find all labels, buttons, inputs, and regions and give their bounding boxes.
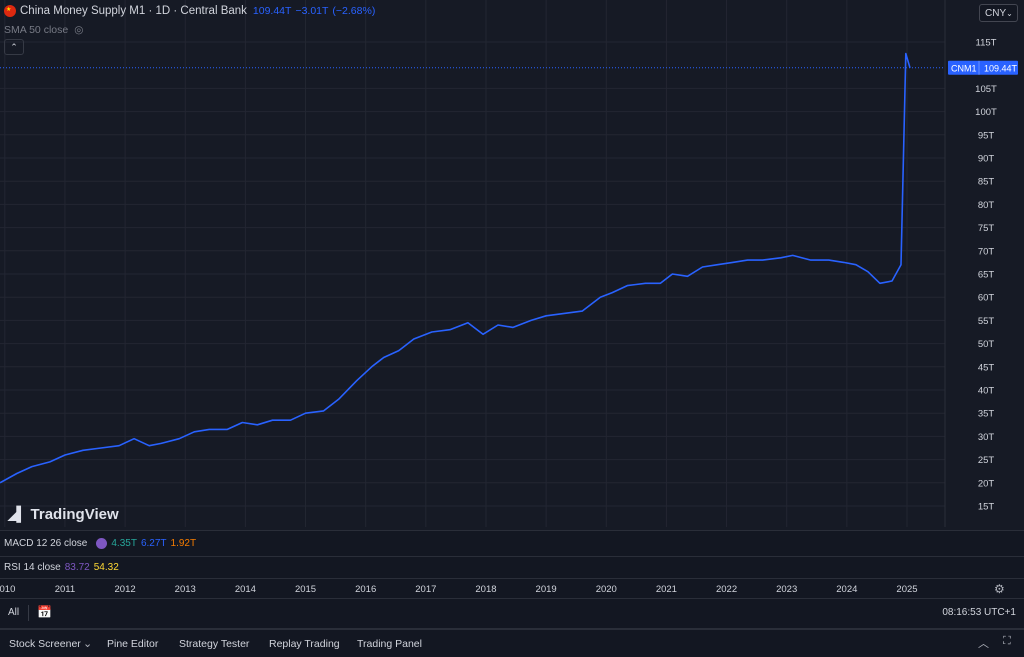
macd-value-1: 4.35T	[111, 538, 137, 549]
x-tick-label: 2010	[0, 584, 16, 595]
y-tick-label: 90T	[978, 154, 995, 165]
gear-icon[interactable]: ⚙	[994, 582, 1005, 596]
x-tick-label: 2014	[234, 584, 256, 595]
rsi-pane[interactable]: RSI 14 close 83.72 54.32	[0, 556, 1024, 578]
y-tick-label: 100T	[975, 107, 997, 118]
y-tick-label: 40T	[978, 386, 995, 397]
chart-legend: China Money Supply M1 · 1D · Central Ban…	[4, 5, 379, 17]
chevron-up-icon: ⌃	[10, 42, 18, 52]
tab-trading-panel[interactable]: Trading Panel	[357, 638, 422, 650]
tab-stock-screener[interactable]: Stock Screener	[9, 638, 81, 650]
y-tick-label: 35T	[978, 409, 995, 420]
y-tick-label: 20T	[978, 478, 995, 489]
chevron-up-icon[interactable]: ︿	[978, 635, 989, 651]
price-change-pct: (−2.68%)	[332, 5, 376, 17]
y-tick-label: 95T	[978, 130, 995, 141]
tab-replay-trading[interactable]: Replay Trading	[269, 638, 340, 650]
price-chart[interactable]: 15T 20T 25T 30T 35T 40T 45T 50T 55T 60T 65T 70T 75T 8…	[0, 0, 1024, 530]
rsi-value-1: 83.72	[64, 562, 90, 573]
x-tick-label: 2025	[896, 584, 918, 595]
logo-text: TradingView	[30, 506, 119, 523]
china-flag-icon	[4, 5, 16, 17]
y-tick-label: 55T	[978, 316, 995, 327]
x-tick-label: 2021	[655, 584, 677, 595]
x-tick-label: 2020	[595, 584, 617, 595]
y-tick-label: 85T	[978, 177, 995, 188]
rsi-label: RSI 14 close	[4, 562, 61, 573]
y-tick-label: 50T	[978, 339, 995, 350]
clock-time[interactable]: 08:16:53 UTC+1	[942, 607, 1016, 618]
x-tick-label: 2017	[415, 584, 437, 595]
y-tick-label: 75T	[978, 223, 995, 234]
divider	[28, 605, 29, 621]
x-tick-label: 2011	[54, 584, 76, 595]
symbol-title[interactable]: China Money Supply M1 · 1D · Central Ban…	[20, 5, 247, 17]
x-tick-label: 2012	[114, 584, 136, 595]
tradingview-logo-icon: ◢▍	[8, 506, 27, 522]
calendar-icon[interactable]: 📅	[37, 605, 52, 619]
price-tag-value: 109.44T	[984, 63, 1018, 73]
series-line-cnm1	[0, 52, 911, 484]
macd-value-3: 1.92T	[170, 538, 197, 549]
y-tick-label: 115T	[976, 38, 997, 49]
y-tick-label: 25T	[978, 455, 995, 466]
y-tick-label: 105T	[975, 84, 997, 95]
last-price: 109.44T	[252, 5, 292, 17]
date-range-bar: All 📅 08:16:53 UTC+1	[0, 598, 1024, 627]
tab-pine-editor[interactable]: Pine Editor	[107, 638, 158, 650]
sma-label: SMA 50 close	[4, 24, 69, 36]
y-tick-label: 45T	[978, 362, 995, 373]
tab-strategy-tester[interactable]: Strategy Tester	[179, 638, 249, 650]
y-tick-label: 65T	[978, 270, 995, 281]
macd-value-2: 6.27T	[140, 538, 167, 549]
indicator-icon[interactable]	[96, 538, 108, 549]
y-tick-label: 15T	[978, 502, 995, 513]
x-tick-label: 2018	[475, 584, 497, 595]
price-tag-symbol: CNM1	[951, 63, 977, 73]
macd-pane[interactable]: MACD 12 26 close 4.35T 6.27T 1.92T	[0, 530, 1024, 556]
range-all-button[interactable]: All	[8, 607, 19, 618]
macd-label: MACD 12 26 close	[4, 538, 88, 549]
x-tick-label: 2013	[174, 584, 196, 595]
y-tick-label: 60T	[978, 293, 995, 304]
chevron-down-icon: ⌄	[1006, 8, 1013, 18]
y-tick-label: 70T	[978, 246, 995, 257]
x-tick-label: 2022	[715, 584, 738, 595]
price-change: −3.01T	[295, 5, 329, 17]
currency-selector[interactable]: CNY ⌄	[979, 4, 1018, 22]
rsi-value-2: 54.32	[93, 562, 119, 573]
y-tick-label: 80T	[978, 200, 995, 211]
x-tick-label: 2024	[836, 584, 858, 595]
y-tick-label: 30T	[978, 432, 995, 443]
x-tick-label: 2016	[355, 584, 377, 595]
collapse-legend-button[interactable]: ⌃	[4, 39, 24, 55]
eye-off-icon[interactable]: ◎	[74, 24, 83, 36]
time-axis[interactable]: ⚙ 2010 2011 2012 2013 2014 2015 2016 2017 2018 20…	[0, 578, 1024, 599]
currency-label: CNY	[985, 7, 1007, 19]
x-tick-label: 2023	[776, 584, 798, 595]
sma-indicator[interactable]: SMA 50 close ◎	[4, 24, 83, 36]
tradingview-logo[interactable]: ◢▍ TradingView	[8, 506, 119, 523]
x-tick-label: 2019	[535, 584, 557, 595]
maximize-icon[interactable]: ⛶	[1003, 635, 1011, 648]
chart-canvas[interactable]: 15T 20T 25T 30T 35T 40T 45T 50T 55T 60T 65T 70T 75T 8…	[0, 0, 1024, 530]
x-tick-label: 2015	[294, 584, 317, 595]
chevron-down-icon[interactable]: ⌄	[83, 637, 92, 650]
bottom-panel-tabs: Stock Screener ⌄ Pine Editor Strategy Te…	[0, 628, 1024, 657]
